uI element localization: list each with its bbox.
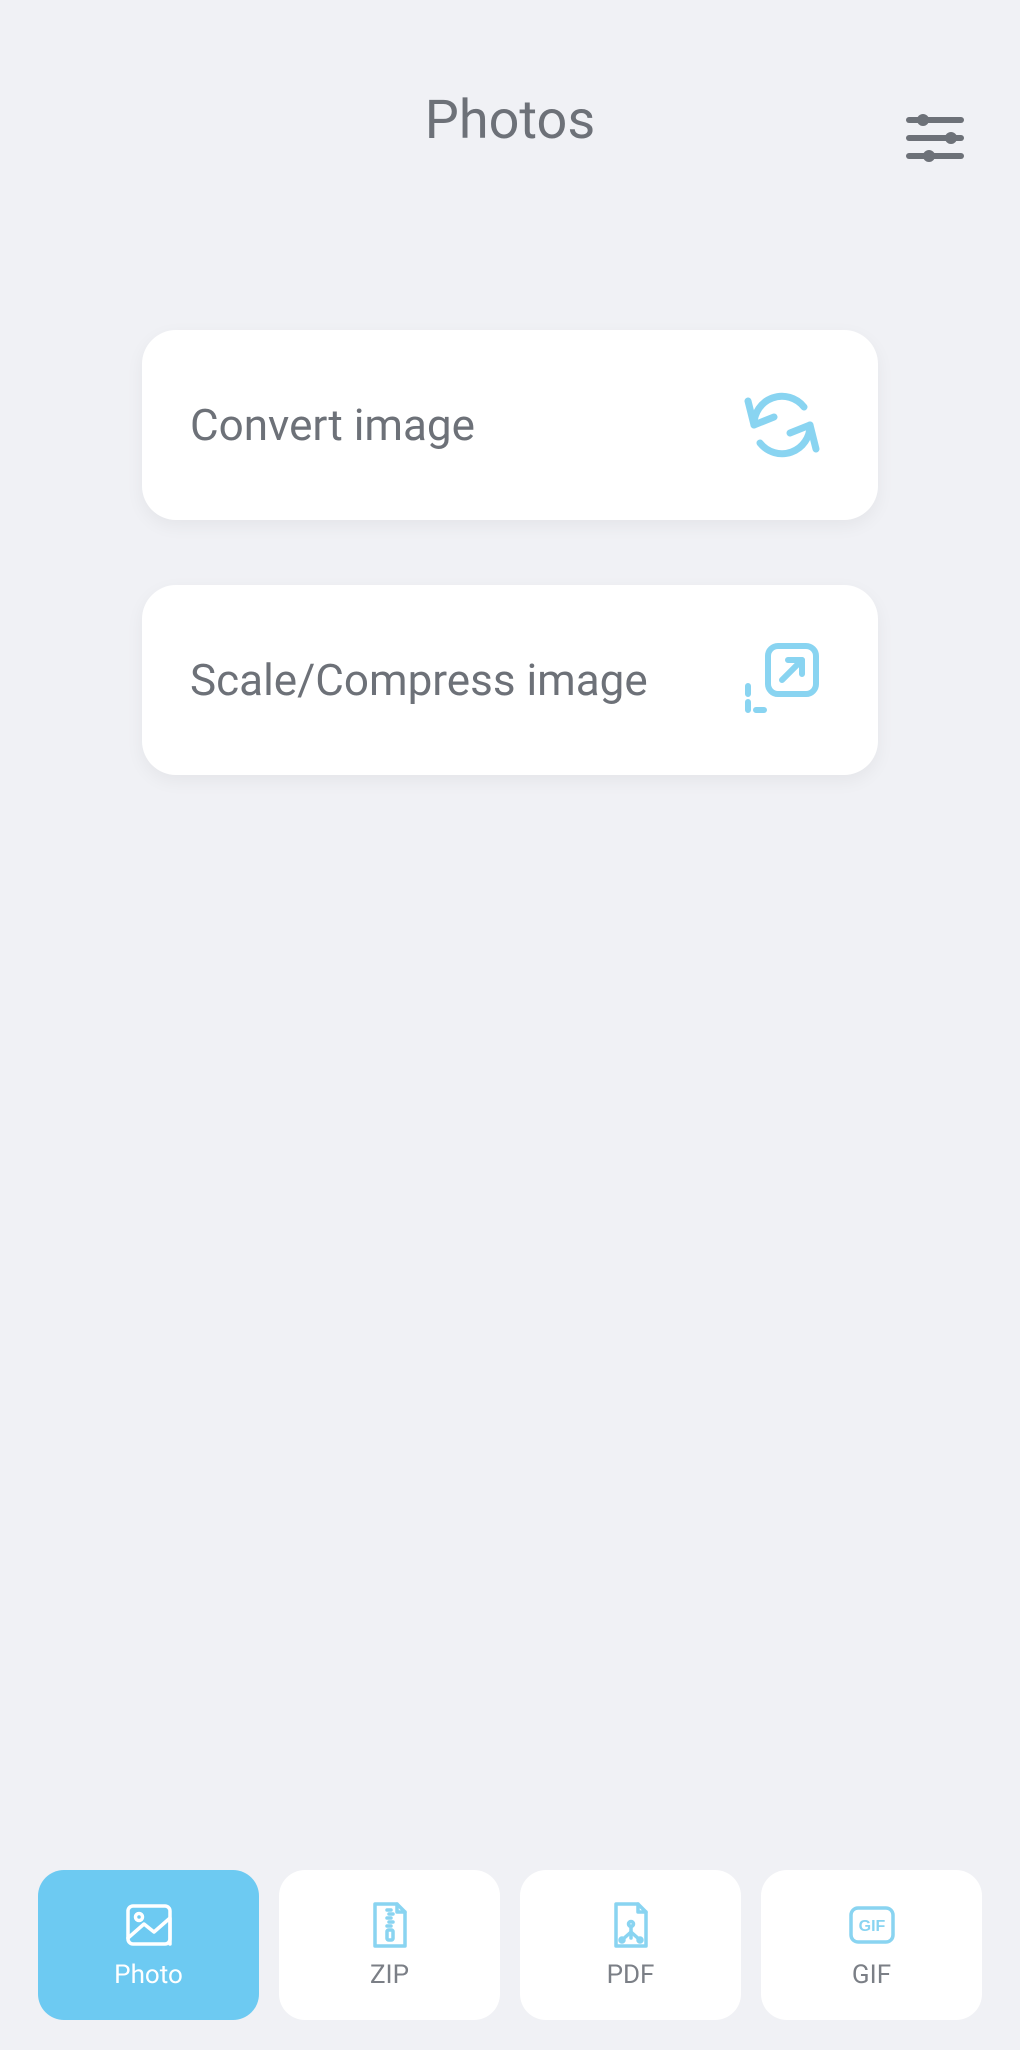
nav-photo[interactable]: Photo [38, 1870, 259, 2020]
scale-compress-label: Scale/Compress image [190, 654, 648, 706]
card-list: Convert image Scale/Compress image [0, 240, 1020, 775]
nav-zip-label: ZIP [370, 1960, 409, 1990]
convert-image-card[interactable]: Convert image [142, 330, 878, 520]
convert-image-label: Convert image [190, 399, 475, 451]
page-title: Photos [425, 89, 595, 152]
bottom-nav: Photo ZIP [0, 1870, 1020, 2020]
nav-gif[interactable]: GIF GIF [761, 1870, 982, 2020]
photo-icon [124, 1900, 174, 1950]
nav-photo-label: Photo [114, 1960, 183, 1990]
gif-icon: GIF [847, 1900, 897, 1950]
svg-text:GIF: GIF [858, 1918, 885, 1935]
screen: Photos Convert image [0, 0, 1020, 2050]
nav-zip[interactable]: ZIP [279, 1870, 500, 2020]
scale-compress-card[interactable]: Scale/Compress image [142, 585, 878, 775]
header: Photos [0, 0, 1020, 240]
zip-icon [365, 1900, 415, 1950]
nav-pdf-label: PDF [607, 1960, 655, 1990]
pdf-icon [606, 1900, 656, 1950]
settings-button[interactable] [900, 105, 970, 175]
nav-pdf[interactable]: PDF [520, 1870, 741, 2020]
sliders-icon [905, 111, 965, 169]
scale-icon [742, 640, 822, 720]
nav-gif-label: GIF [852, 1960, 891, 1990]
refresh-icon [742, 385, 822, 465]
